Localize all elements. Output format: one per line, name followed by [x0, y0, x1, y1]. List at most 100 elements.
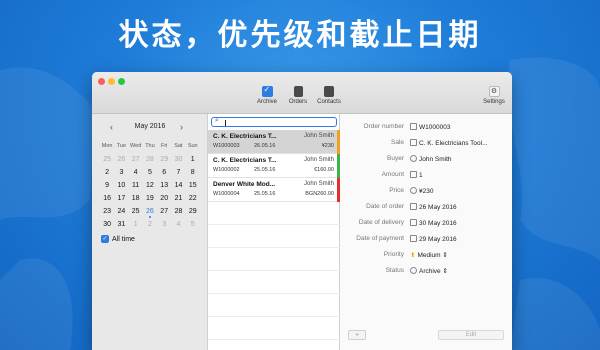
calendar-day[interactable]: 12 [143, 179, 157, 192]
order-row-title: C. K. Electricians T... [213, 133, 277, 140]
contacts-tab[interactable]: Contacts [314, 86, 344, 105]
calendar-day[interactable]: 1 [129, 218, 143, 231]
close-window-button[interactable] [98, 78, 105, 85]
sale-value[interactable]: C. K. Electricians Tool... [419, 140, 488, 147]
calendar-day[interactable]: 2 [143, 218, 157, 231]
chevron-updown-icon: ⇕ [442, 252, 448, 259]
order-row-date: 25.05.16 [254, 167, 276, 173]
status-select[interactable]: Archive ⇕ [410, 267, 448, 275]
document-icon [410, 123, 417, 130]
calendar-day[interactable]: 27 [157, 205, 171, 218]
settings-button[interactable]: ⚙ Settings [480, 86, 508, 105]
order-row-client: John Smith [303, 133, 334, 139]
calendar-day[interactable]: 15 [186, 179, 200, 192]
buyer-value[interactable]: John Smith [419, 156, 452, 163]
order-row-title: Denver White Mod... [213, 181, 276, 188]
calendar-weekday-row: Mon Tue Wed Thu Fri Sat Sun [100, 140, 200, 153]
search-input[interactable]: ⌕ [211, 117, 337, 127]
toolbar: Archive Orders Contacts ⚙ Settings [92, 72, 512, 114]
calendar-day[interactable]: 4 [129, 166, 143, 179]
all-time-checkbox[interactable]: ✓ All time [101, 235, 135, 243]
order-number-value[interactable]: W1000003 [419, 124, 450, 131]
calendar-weekday: Wed [130, 143, 142, 149]
priority-icon: ⬆ [410, 252, 416, 259]
calendar-day[interactable]: 13 [157, 179, 171, 192]
orders-tab[interactable]: Orders [286, 86, 310, 105]
calendar-weekday: Mon [101, 143, 113, 149]
date-of-payment-value[interactable]: 29 May 2016 [419, 236, 457, 243]
orders-icon [293, 86, 303, 97]
calendar-day[interactable]: 14 [171, 179, 185, 192]
calendar-day[interactable]: 5 [186, 218, 200, 231]
calendar-day[interactable]: 23 [100, 205, 114, 218]
calendar-day[interactable]: 1 [186, 153, 200, 166]
calendar-day[interactable]: 31 [114, 218, 128, 231]
calendar-day[interactable]: 10 [114, 179, 128, 192]
detail-buyer: Buyer John Smith [340, 155, 512, 167]
empty-list-row [208, 294, 340, 317]
order-row-title: C. K. Electricians T... [213, 157, 277, 164]
calendar-day[interactable]: 7 [171, 166, 185, 179]
calendar-day[interactable]: 21 [171, 192, 185, 205]
calendar-day[interactable]: 8 [186, 166, 200, 179]
order-row[interactable]: C. K. Electricians T... John Smith W100000… [208, 130, 340, 154]
calendar-day[interactable]: 20 [157, 192, 171, 205]
priority-label: Priority [383, 251, 404, 258]
previous-month-button[interactable]: ‹ [110, 122, 113, 132]
archive-tab-label: Archive [256, 99, 277, 105]
person-icon [410, 155, 417, 162]
priority-select[interactable]: ⬆ Medium ⇕ [410, 251, 448, 259]
archive-tab[interactable]: Archive [254, 85, 280, 105]
add-button[interactable]: + [348, 330, 366, 340]
order-row[interactable]: C. K. Electricians T... John Smith W100000… [208, 154, 340, 178]
calendar-day[interactable]: 4 [171, 218, 185, 231]
edit-button[interactable]: Edit [438, 330, 504, 340]
calendar-day[interactable]: 16 [100, 192, 114, 205]
calendar-day[interactable]: 28 [143, 153, 157, 166]
calendar-day[interactable]: 2 [100, 166, 114, 179]
calendar-day[interactable]: 11 [129, 179, 143, 192]
calendar-day[interactable]: 25 [100, 153, 114, 166]
calendar-day[interactable]: 3 [114, 166, 128, 179]
settings-button-label: Settings [483, 99, 505, 105]
app-window: Archive Orders Contacts ⚙ Settings ‹ May… [92, 72, 512, 350]
order-row-number: W1000004 [213, 191, 240, 197]
calendar-day[interactable]: 27 [129, 153, 143, 166]
minimize-window-button[interactable] [108, 78, 115, 85]
archive-icon [261, 85, 273, 97]
calendar-day[interactable]: 19 [143, 192, 157, 205]
calendar-day[interactable]: 29 [186, 205, 200, 218]
date-of-order-label: Date of order [366, 203, 404, 210]
date-of-delivery-value[interactable]: 30 May 2016 [419, 220, 457, 227]
detail-priority: Priority ⬆ Medium ⇕ [340, 251, 512, 263]
order-row[interactable]: Denver White Mod... John Smith W1000004 25.… [208, 178, 340, 202]
next-month-button[interactable]: › [180, 122, 183, 132]
calendar-day[interactable]: 28 [171, 205, 185, 218]
maximize-window-button[interactable] [118, 78, 125, 85]
buyer-label: Buyer [387, 155, 404, 162]
order-number-label: Order number [363, 123, 404, 130]
calendar-day[interactable]: 25 [129, 205, 143, 218]
calendar-day[interactable]: 3 [157, 218, 171, 231]
calendar-day[interactable]: 26 [114, 153, 128, 166]
calendar-day[interactable]: 9 [100, 179, 114, 192]
calendar-day[interactable]: 24 [114, 205, 128, 218]
calendar-day[interactable]: 18 [129, 192, 143, 205]
detail-date-of-payment: Date of payment 29 May 2016 [340, 235, 512, 247]
calendar-week-row: 30 31 1 2 3 4 5 [100, 218, 200, 231]
search-icon: ⌕ [215, 117, 219, 124]
calendar-day[interactable]: 6 [157, 166, 171, 179]
calendar-header: ‹ May 2016 › [92, 122, 208, 134]
date-of-order-value[interactable]: 26 May 2016 [419, 204, 457, 211]
calendar-day[interactable]: 26 [143, 205, 157, 218]
calendar-day[interactable]: 22 [186, 192, 200, 205]
calendar-day[interactable]: 5 [143, 166, 157, 179]
price-value[interactable]: ¥230 [419, 188, 433, 195]
calendar-day[interactable]: 30 [100, 218, 114, 231]
calendar-icon [410, 219, 417, 226]
amount-value[interactable]: 1 [419, 172, 423, 179]
calendar-day[interactable]: 17 [114, 192, 128, 205]
calendar-day[interactable]: 29 [157, 153, 171, 166]
calendar-day[interactable]: 30 [171, 153, 185, 166]
calendar-week-row: 9 10 11 12 13 14 15 [100, 179, 200, 192]
